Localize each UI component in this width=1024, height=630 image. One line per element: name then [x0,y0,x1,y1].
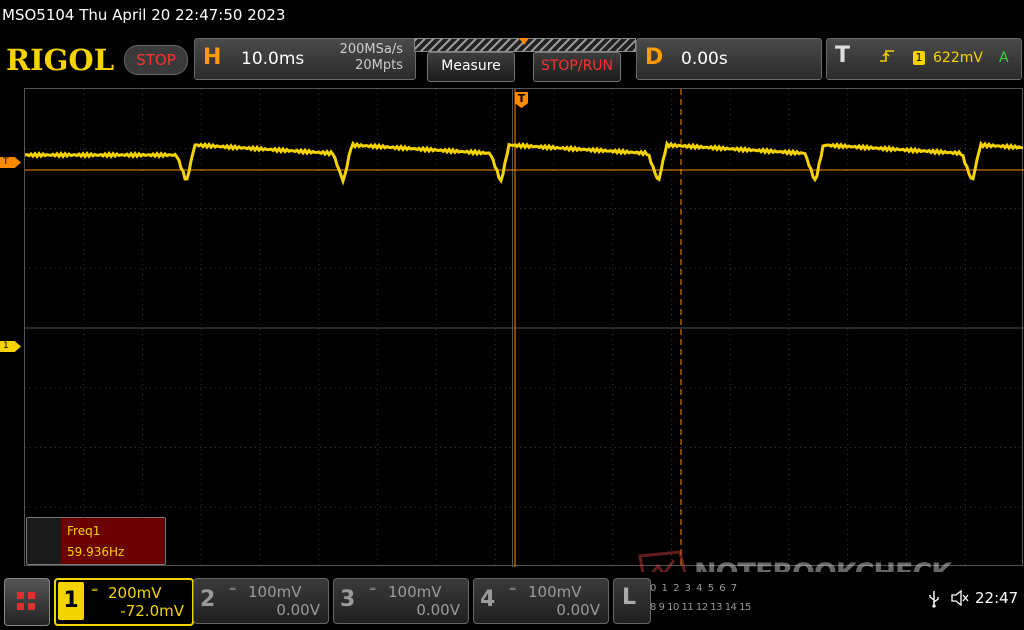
dc-coupling-icon: ═ [510,585,516,595]
trigger-source: 1 [913,51,925,65]
horizontal-letter: H [203,45,222,70]
home-menu-icon[interactable] [4,578,50,626]
trigger-letter: T [835,43,851,68]
measurement-box[interactable]: Freq1 59.936Hz [26,517,166,565]
measurement-name: Freq1 [67,524,101,538]
rigol-logo: RIGOL [6,43,115,77]
delay-letter: D [645,45,664,70]
channel-1-scale: 200mV [108,584,162,602]
measure-button[interactable]: Measure [427,52,515,82]
status-clock: 22:47 [975,589,1019,607]
memory-depth: 20Mpts [355,58,403,73]
waveform-display[interactable] [24,88,1024,567]
channel-3-button[interactable]: 3 ═ 100mV 0.00V [333,578,469,624]
channel-2-number: 2 [200,587,216,612]
channel-3-offset: 0.00V [416,601,460,619]
timeline-position-marker [519,38,529,45]
logic-channels-0-7: 0 1 2 3 4 5 6 7 [650,583,739,594]
channel-4-number: 4 [480,587,496,612]
logic-analyzer-letter: L [622,585,637,610]
trigger-level-marker[interactable]: T [0,157,21,168]
channel-1-button[interactable]: 1 ═ 200mV -72.0mV [54,578,194,626]
stop-run-button[interactable]: STOP/RUN [533,52,621,82]
channel-4-scale: 100mV [528,583,582,601]
dc-coupling-icon: ═ [92,586,98,596]
delay-panel[interactable]: D 0.00s [636,38,822,80]
channel-3-scale: 100mV [388,583,442,601]
speaker-muted-icon[interactable] [950,589,970,611]
memory-timeline[interactable] [414,38,636,52]
trigger-panel[interactable]: T 1 622mV A [826,38,1022,80]
horizontal-panel[interactable]: H 10.0ms 200MSa/s 20Mpts [194,38,416,80]
title-bar: MSO5104 Thu April 20 22:47:50 2023 [0,0,1024,34]
channel1-offset-marker[interactable]: 1 [0,341,21,352]
trigger-level-marker-label: T [0,157,21,168]
channel-2-offset: 0.00V [276,601,320,619]
measurement-value: 59.936Hz [67,545,125,559]
trigger-mode: A [999,50,1009,66]
logic-analyzer-button[interactable]: L [613,578,651,624]
usb-icon [927,590,941,612]
channel1-waveform [24,140,1024,186]
waveform-grid [24,89,1024,567]
delay-value: 0.00s [681,49,728,69]
trigger-level: 622mV [933,50,983,66]
channel-4-offset: 0.00V [556,601,600,619]
channel-2-button[interactable]: 2 ═ 100mV 0.00V [193,578,329,624]
run-state-badge[interactable]: STOP [124,45,188,75]
channel-1-offset: -72.0mV [120,602,184,620]
channel-3-number: 3 [340,587,356,612]
logic-channels-8-15: 8 9 10 11 12 13 14 15 [650,602,751,613]
dc-coupling-icon: ═ [370,585,376,595]
rising-edge-icon [879,49,895,67]
sample-rate: 200MSa/s [339,42,403,57]
dc-coupling-icon: ═ [230,585,236,595]
channel-4-button[interactable]: 4 ═ 100mV 0.00V [473,578,609,624]
timebase-value: 10.0ms [241,49,305,69]
channel-1-number: 1 [58,582,84,620]
channel1-marker-label: 1 [0,341,21,352]
channel-2-scale: 100mV [248,583,302,601]
device-title: MSO5104 Thu April 20 22:47:50 2023 [2,6,286,24]
